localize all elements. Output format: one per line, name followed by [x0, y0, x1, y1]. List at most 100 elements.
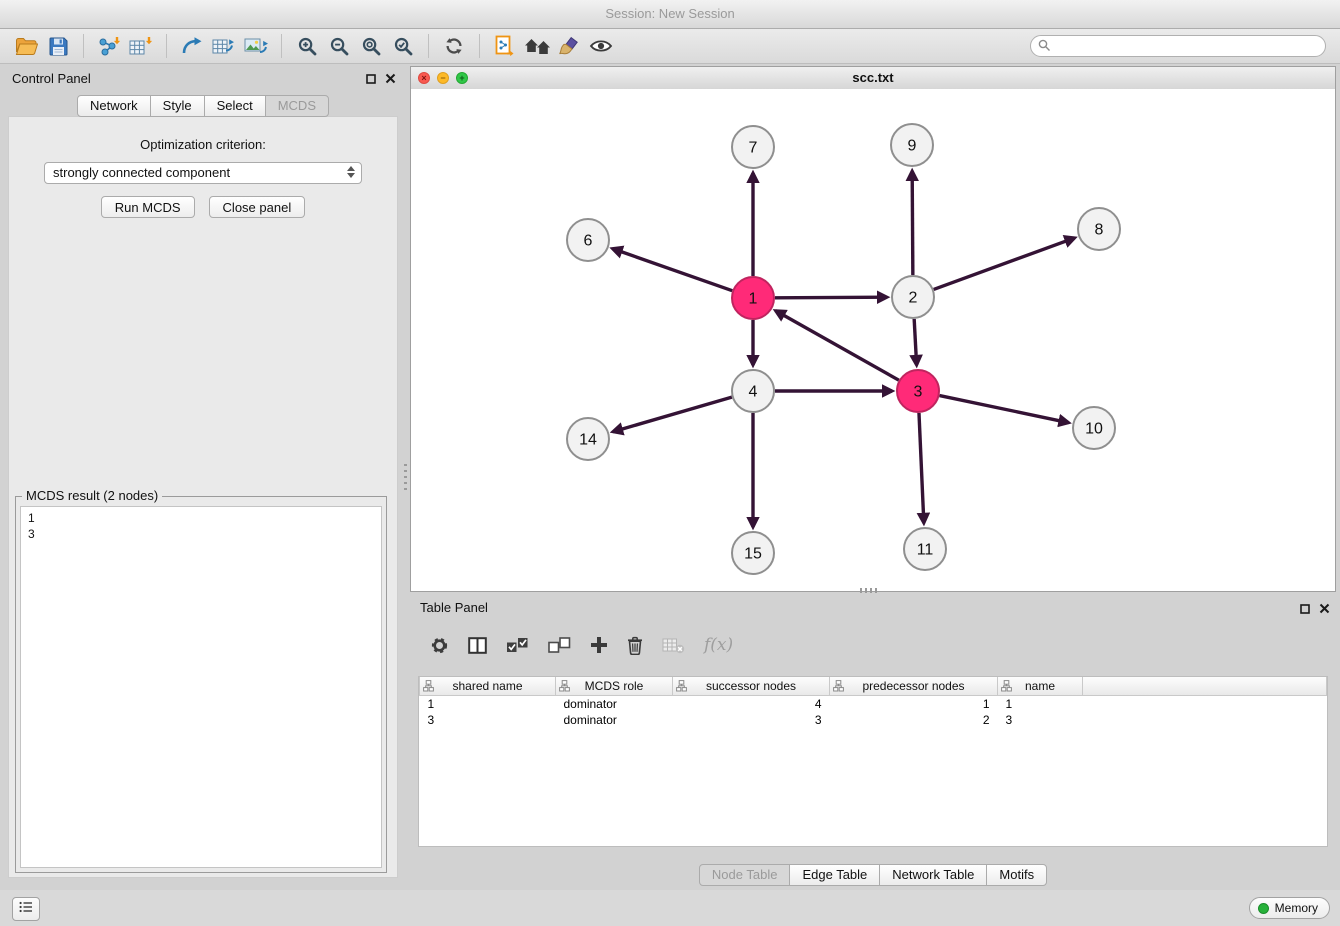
main-toolbar — [0, 29, 1340, 64]
cell-successor-nodes: 3 — [673, 712, 830, 728]
window-minimize-icon[interactable]: − — [437, 72, 449, 84]
edge-3-10[interactable] — [940, 396, 1069, 423]
node-4[interactable]: 4 — [732, 370, 774, 412]
deselect-all-rows-icon[interactable] — [548, 636, 571, 654]
horizontal-splitter-handle[interactable] — [860, 588, 880, 593]
splitter-handle-icon — [404, 464, 407, 494]
node-11[interactable]: 11 — [904, 528, 946, 570]
window-close-icon[interactable]: × — [418, 72, 430, 84]
node-7[interactable]: 7 — [732, 126, 774, 168]
column-header-MCDS-role[interactable]: MCDS role — [556, 677, 673, 696]
column-type-icon — [423, 680, 434, 695]
import-network-icon[interactable] — [93, 32, 125, 60]
control-panel-title: Control Panel — [12, 71, 91, 86]
zoom-out-icon[interactable] — [323, 32, 355, 60]
network-view-window: ×−+ scc.txt 7 9 6 8 1 2 4 3 14 10 15 11 — [410, 66, 1336, 592]
edge-2-9[interactable] — [912, 171, 913, 275]
edge-1-2[interactable] — [775, 297, 887, 298]
table-panel-close-icon[interactable] — [1319, 601, 1330, 619]
svg-text:11: 11 — [917, 542, 934, 559]
zoom-in-icon[interactable] — [291, 32, 323, 60]
table-tab-edge-table[interactable]: Edge Table — [789, 864, 880, 886]
select-all-rows-icon[interactable] — [506, 636, 529, 654]
node-10[interactable]: 10 — [1073, 407, 1115, 449]
control-panel-close-icon[interactable] — [385, 71, 396, 89]
network-window-titlebar[interactable]: ×−+ scc.txt — [411, 67, 1335, 90]
node-9[interactable]: 9 — [891, 124, 933, 166]
edge-2-8[interactable] — [934, 238, 1075, 290]
criterion-dropdown[interactable]: strongly connected component — [44, 162, 362, 184]
node-14[interactable]: 14 — [567, 418, 609, 460]
tab-style[interactable]: Style — [150, 95, 205, 117]
network-canvas[interactable]: 7 9 6 8 1 2 4 3 14 10 15 11 — [411, 89, 1335, 591]
refresh-icon[interactable] — [438, 32, 470, 60]
table-tab-motifs[interactable]: Motifs — [986, 864, 1047, 886]
network-graph[interactable]: 7 9 6 8 1 2 4 3 14 10 15 11 — [411, 89, 1335, 591]
export-image-icon[interactable] — [240, 32, 272, 60]
result-item: 1 — [28, 510, 374, 526]
export-table-icon[interactable] — [208, 32, 240, 60]
node-2[interactable]: 2 — [892, 276, 934, 318]
status-menu-button[interactable] — [12, 897, 40, 921]
table-tab-node-table[interactable]: Node Table — [699, 864, 791, 886]
new-network-from-selection-icon[interactable] — [489, 32, 521, 60]
apply-style-icon[interactable] — [553, 32, 585, 60]
svg-text:15: 15 — [744, 546, 762, 563]
table-row[interactable]: 3dominator323 — [420, 712, 1327, 728]
control-panel-float-icon[interactable] — [366, 71, 376, 89]
table-panel: Table Panel f(x) shared nameMCDS rolesuc… — [410, 596, 1336, 888]
mcds-result-group: MCDS result (2 nodes) 13 — [15, 496, 387, 873]
zoom-fit-icon[interactable] — [355, 32, 387, 60]
edge-3-1[interactable] — [776, 311, 899, 380]
svg-text:14: 14 — [579, 432, 597, 449]
network-window-title: scc.txt — [852, 70, 893, 85]
tab-select[interactable]: Select — [204, 95, 266, 117]
table-panel-float-icon[interactable] — [1300, 601, 1310, 619]
vertical-splitter[interactable] — [402, 66, 410, 884]
column-header-name[interactable]: name — [998, 677, 1083, 696]
first-neighbors-icon[interactable] — [521, 32, 553, 60]
app-titlebar[interactable]: Session: New Session — [0, 0, 1340, 29]
edge-2-3[interactable] — [914, 319, 916, 365]
cell-MCDS-role: dominator — [556, 712, 673, 728]
svg-text:6: 6 — [584, 233, 593, 250]
window-zoom-icon[interactable]: + — [456, 72, 468, 84]
search-input[interactable] — [1030, 35, 1326, 57]
column-header-predecessor-nodes[interactable]: predecessor nodes — [830, 677, 998, 696]
column-header-shared-name[interactable]: shared name — [420, 677, 556, 696]
settings-gear-icon[interactable] — [430, 636, 449, 655]
svg-text:1: 1 — [749, 291, 758, 308]
show-hide-icon[interactable] — [585, 32, 617, 60]
edge-3-11[interactable] — [919, 413, 924, 523]
show-columns-icon[interactable] — [468, 637, 487, 654]
edge-4-14[interactable] — [613, 397, 732, 432]
edge-1-6[interactable] — [613, 249, 733, 291]
open-session-icon[interactable] — [10, 32, 42, 60]
zoom-selected-icon[interactable] — [387, 32, 419, 60]
memory-button[interactable]: Memory — [1249, 897, 1330, 919]
node-1[interactable]: 1 — [732, 277, 774, 319]
import-table-icon[interactable] — [125, 32, 157, 60]
run-mcds-button[interactable]: Run MCDS — [101, 196, 195, 218]
column-header-successor-nodes[interactable]: successor nodes — [673, 677, 830, 696]
tab-network[interactable]: Network — [77, 95, 151, 117]
node-3[interactable]: 3 — [897, 370, 939, 412]
table-tab-network-table[interactable]: Network Table — [879, 864, 987, 886]
table-row[interactable]: 1dominator411 — [420, 696, 1327, 713]
column-type-icon — [676, 680, 687, 695]
node-8[interactable]: 8 — [1078, 208, 1120, 250]
svg-text:2: 2 — [909, 290, 918, 307]
cell-name: 3 — [998, 712, 1083, 728]
node-6[interactable]: 6 — [567, 219, 609, 261]
mcds-result-list[interactable]: 13 — [20, 506, 382, 868]
delete-column-icon[interactable] — [627, 636, 643, 655]
control-panel: Control Panel NetworkStyleSelectMCDS Opt… — [4, 66, 402, 884]
export-network-icon[interactable] — [176, 32, 208, 60]
node-15[interactable]: 15 — [732, 532, 774, 574]
save-session-icon[interactable] — [42, 32, 74, 60]
cell-shared-name: 1 — [420, 696, 556, 713]
close-panel-button[interactable]: Close panel — [209, 196, 306, 218]
svg-text:4: 4 — [749, 384, 758, 401]
add-column-icon[interactable] — [590, 636, 608, 654]
tab-mcds[interactable]: MCDS — [265, 95, 329, 117]
